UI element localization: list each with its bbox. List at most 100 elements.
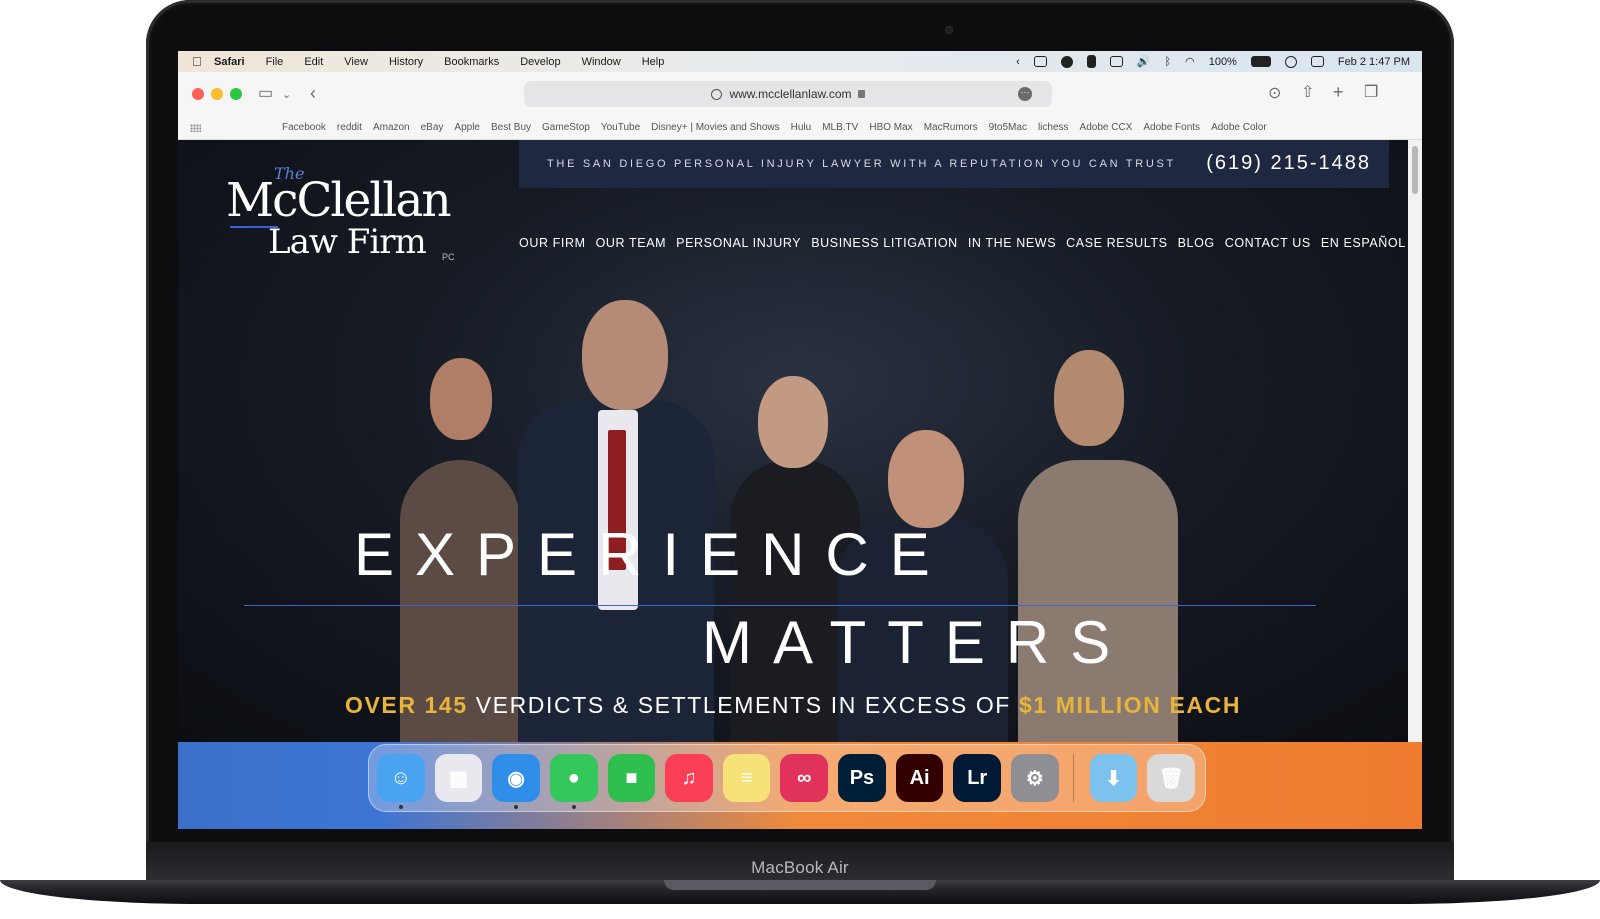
nav-our-team[interactable]: OUR TEAM [596, 236, 667, 250]
bluetooth-icon[interactable]: ᛒ [1164, 56, 1171, 68]
nav-en-espanol[interactable]: EN ESPAÑOL [1321, 236, 1406, 250]
back-button[interactable]: ‹ [310, 84, 316, 102]
logo-line1: McClellan [226, 173, 452, 228]
favorite-link[interactable]: reddit [337, 122, 362, 133]
chevron-left-icon[interactable]: ‹ [1016, 56, 1020, 68]
scroll-thumb[interactable] [1412, 146, 1418, 194]
menu-bookmarks[interactable]: Bookmarks [444, 56, 499, 68]
zoom-window-button[interactable] [230, 88, 242, 100]
chevron-down-icon[interactable]: ⌄ [282, 87, 291, 103]
phone-link[interactable]: (619) 215-1488 [1206, 152, 1371, 175]
menu-bar:  Safari File Edit View History Bookmark… [178, 51, 1422, 72]
nav-business-litigation[interactable]: BUSINESS LITIGATION [811, 236, 958, 250]
tab-overview-icon[interactable]: ❐ [1364, 85, 1378, 101]
clock[interactable]: Feb 2 1:47 PM [1338, 56, 1410, 68]
hero-subheading: OVER 145 VERDICTS & SETTLEMENTS IN EXCES… [178, 692, 1408, 719]
facetime-icon[interactable]: ■ [607, 754, 656, 802]
lightroom-icon[interactable]: Lr [953, 754, 1002, 802]
favorite-link[interactable]: eBay [421, 122, 444, 133]
nav-in-the-news[interactable]: IN THE NEWS [968, 236, 1056, 250]
menu-edit[interactable]: Edit [304, 56, 323, 68]
more-icon[interactable]: ··· [1018, 87, 1032, 101]
downloads-folder-icon[interactable]: ⬇ [1089, 754, 1138, 802]
clipboard-icon[interactable] [1086, 55, 1096, 68]
system-preferences-icon[interactable]: ⚙ [1011, 754, 1059, 802]
website-hero: The McClellan Law Firm PC THE SAN DIEGO … [178, 140, 1422, 742]
nav-contact-us[interactable]: CONTACT US [1225, 236, 1311, 250]
favorite-link[interactable]: Best Buy [491, 122, 531, 133]
running-indicator [571, 805, 576, 809]
sub-highlight-amount: $1 MILLION EACH [1018, 692, 1242, 718]
battery-percent: 100% [1208, 55, 1237, 68]
grid-icon[interactable] [190, 124, 201, 132]
photoshop-icon[interactable]: Ps [838, 754, 886, 802]
sidebar-toggle-icon[interactable]: ▭ [258, 86, 273, 102]
menu-file[interactable]: File [266, 56, 284, 68]
favorite-link[interactable]: Apple [454, 122, 480, 133]
nav-our-firm[interactable]: OUR FIRM [519, 236, 586, 250]
display-icon[interactable] [1109, 56, 1123, 67]
address-bar[interactable]: www.mcclellanlaw.com ··· [524, 81, 1052, 107]
favorite-link[interactable]: Disney+ | Movies and Shows [651, 122, 780, 133]
menu-history[interactable]: History [389, 56, 423, 68]
menu-view[interactable]: View [344, 56, 368, 68]
messages-icon[interactable]: ● [549, 754, 598, 809]
share-icon[interactable]: ⇧ [1301, 85, 1314, 101]
top-banner: THE SAN DIEGO PERSONAL INJURY LAWYER WIT… [519, 140, 1389, 188]
menu-app-name[interactable]: Safari [214, 56, 245, 68]
desktop-background: ☺ ▦ ◉ ● ■ ♫ ≡ ∞ Ps Ai Lr ⚙ ⬇ 🗑 [178, 742, 1422, 829]
favorite-link[interactable]: lichess [1038, 122, 1069, 133]
menu-help[interactable]: Help [642, 56, 665, 68]
menu-window[interactable]: Window [582, 56, 621, 68]
nav-blog[interactable]: BLOG [1178, 236, 1215, 250]
favorite-link[interactable]: Adobe Color [1211, 122, 1267, 133]
status-area: ‹ 🔊 ᛒ ◠ 100% Feb 2 1:47 PM [1016, 51, 1410, 72]
vpn-icon[interactable] [1060, 55, 1073, 68]
nav-case-results[interactable]: CASE RESULTS [1066, 236, 1167, 250]
sub-text: VERDICTS & SETTLEMENTS IN EXCESS OF [467, 692, 1019, 718]
device-label: MacBook Air [751, 858, 849, 877]
music-icon[interactable]: ♫ [665, 754, 713, 802]
notes-icon[interactable]: ≡ [722, 754, 771, 802]
sidecar-icon[interactable] [1033, 56, 1047, 67]
favorite-link[interactable]: Adobe CCX [1080, 122, 1133, 133]
dock: ☺ ▦ ◉ ● ■ ♫ ≡ ∞ Ps Ai Lr ⚙ ⬇ 🗑 [368, 744, 1206, 812]
globe-icon [711, 88, 723, 100]
battery-icon[interactable] [1250, 56, 1271, 67]
wifi-icon[interactable]: ◠ [1185, 55, 1195, 68]
main-nav: OUR FIRM OUR TEAM PERSONAL INJURY BUSINE… [519, 236, 1406, 250]
url-text[interactable]: www.mcclellanlaw.com [729, 87, 851, 101]
close-window-button[interactable] [192, 88, 204, 100]
hero-heading-line1: EXPERIENCE [354, 521, 951, 588]
trash-icon[interactable]: 🗑 [1147, 754, 1195, 802]
camera [945, 26, 953, 34]
safari-icon[interactable]: ◉ [492, 754, 540, 809]
favorite-link[interactable]: MLB.TV [822, 122, 858, 133]
site-logo[interactable]: The McClellan Law Firm PC [226, 164, 466, 264]
volume-icon[interactable]: 🔊 [1137, 55, 1151, 68]
new-tab-icon[interactable]: + [1333, 83, 1344, 101]
control-center-icon[interactable] [1310, 56, 1324, 67]
launchpad-icon[interactable]: ▦ [434, 754, 483, 802]
favorite-link[interactable]: MacRumors [924, 122, 978, 133]
download-icon[interactable]: ⊙ [1268, 86, 1281, 102]
favorite-link[interactable]: Amazon [373, 122, 410, 133]
creative-cloud-icon[interactable]: ∞ [780, 754, 829, 802]
favorite-link[interactable]: GameStop [542, 122, 590, 133]
favorite-link[interactable]: Adobe Fonts [1143, 122, 1200, 133]
nav-personal-injury[interactable]: PERSONAL INJURY [676, 236, 801, 250]
favorite-link[interactable]: Hulu [791, 122, 812, 133]
running-indicator [399, 805, 403, 809]
favorite-link[interactable]: 9to5Mac [989, 122, 1027, 133]
favorite-link[interactable]: YouTube [601, 122, 640, 133]
browser-toolbar: ▭ ⌄ ‹ www.mcclellanlaw.com ··· ⊙ ⇧ + ❐ [178, 72, 1422, 116]
finder-icon[interactable]: ☺ [377, 754, 425, 809]
scrollbar[interactable] [1408, 140, 1422, 742]
illustrator-icon[interactable]: Ai [895, 754, 944, 802]
menu-develop[interactable]: Develop [520, 56, 560, 68]
user-icon[interactable] [1284, 55, 1297, 68]
favorite-link[interactable]: Facebook [282, 122, 326, 133]
favorite-link[interactable]: HBO Max [869, 122, 912, 133]
apple-menu-icon[interactable]:  [192, 54, 214, 69]
minimize-window-button[interactable] [211, 88, 223, 100]
